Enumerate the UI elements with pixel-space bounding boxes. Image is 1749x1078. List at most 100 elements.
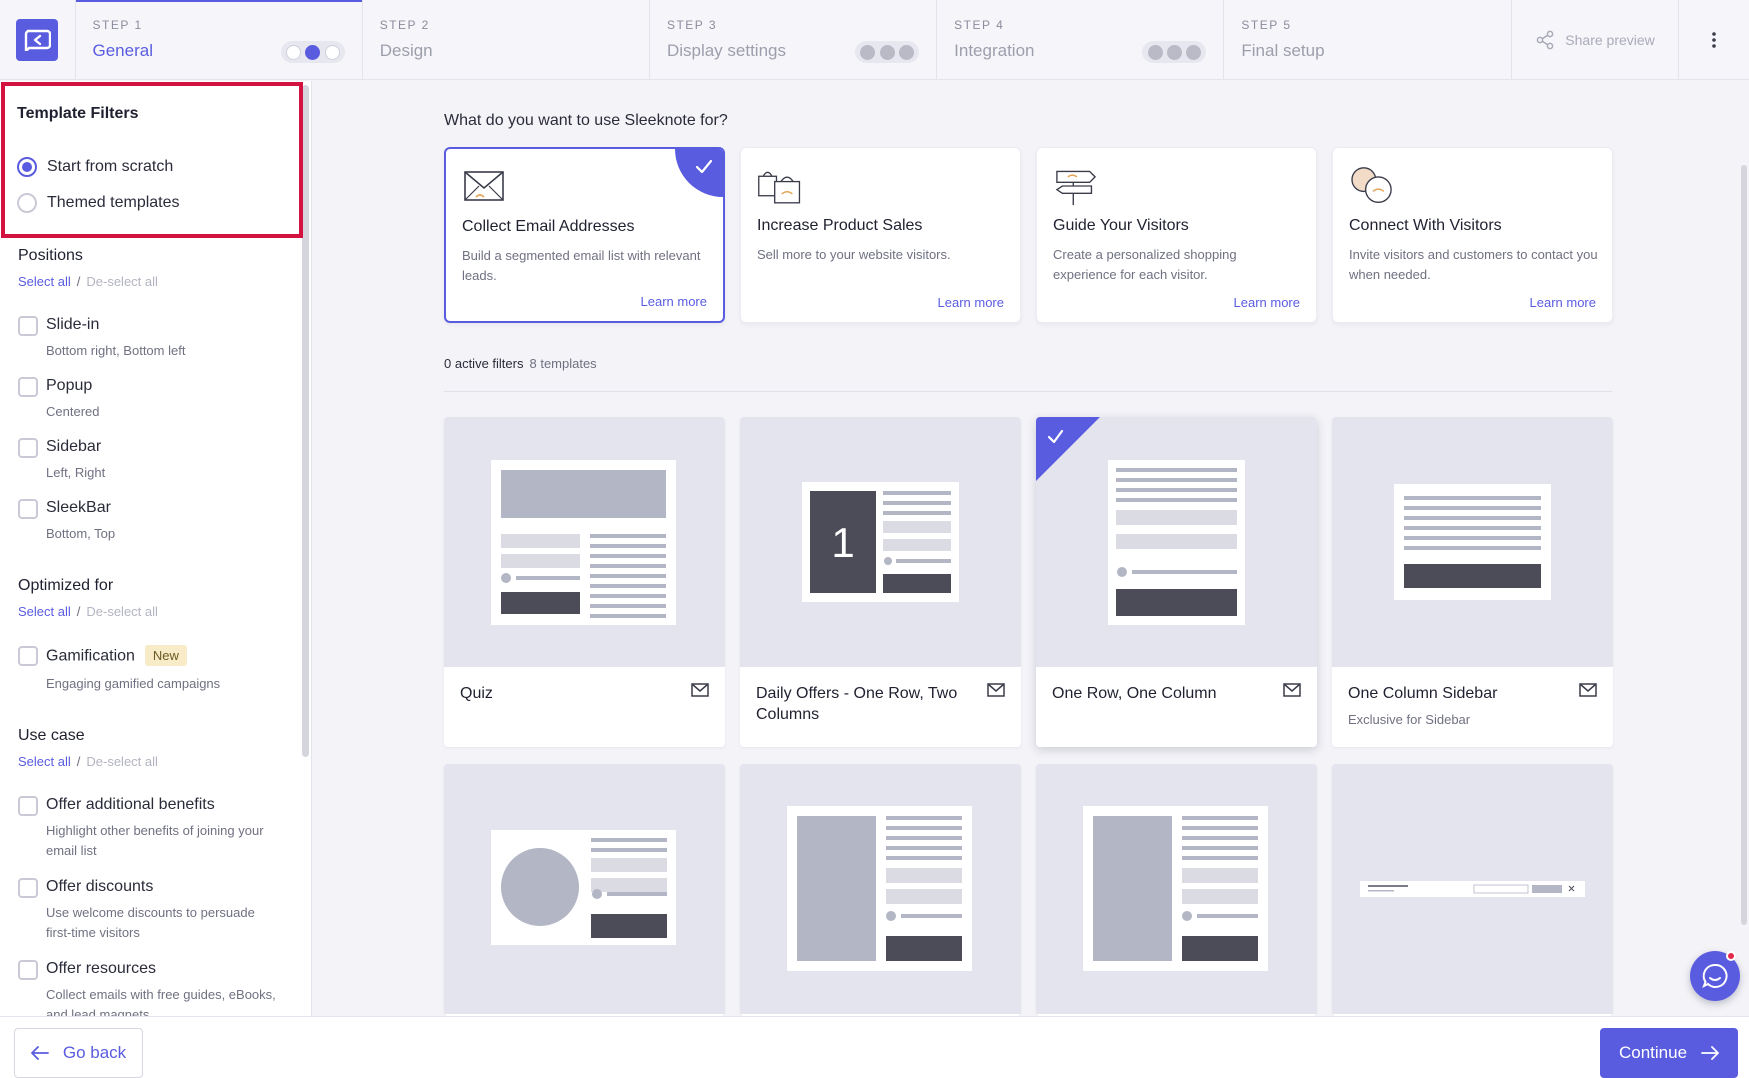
- template-thumbnail: [491, 460, 676, 625]
- filter-label: Offer discounts: [46, 878, 154, 895]
- main-scrollbar[interactable]: [1741, 165, 1747, 925]
- email-icon: [691, 683, 709, 697]
- radio-checked[interactable]: [17, 157, 37, 177]
- filter-label: Slide-in: [46, 316, 100, 333]
- continue-button[interactable]: Continue: [1600, 1028, 1738, 1078]
- step-progress-indicator: [280, 41, 345, 63]
- progress-dot: [1147, 44, 1163, 60]
- divider: [444, 391, 1612, 392]
- template-card[interactable]: [1036, 764, 1317, 1016]
- filter-label: Sidebar: [46, 438, 102, 455]
- kebab-menu-icon: [1712, 32, 1717, 48]
- progress-dot: [860, 44, 876, 60]
- template-card[interactable]: [1332, 764, 1613, 1016]
- step-4-tab[interactable]: STEP 4 Integration: [937, 0, 1225, 80]
- step-1-tab[interactable]: STEP 1 General: [75, 0, 363, 80]
- checkbox[interactable]: [18, 960, 38, 980]
- template-thumbnail: [787, 806, 972, 971]
- chat-bubble-back-icon: [25, 29, 52, 51]
- progress-dot: [324, 44, 340, 60]
- separator: /: [76, 274, 81, 289]
- go-back-button[interactable]: Go back: [14, 1028, 143, 1078]
- template-preview: [1036, 764, 1317, 1014]
- usecase-description: Invite visitors and customers to contact…: [1349, 247, 1598, 282]
- step-header: STEP 1 General STEP 2 Design STEP 3 Disp…: [0, 0, 1749, 80]
- progress-dot: [879, 44, 895, 60]
- positions-title: Positions: [18, 247, 83, 264]
- optimized-select-links: Select all / De-select all: [18, 604, 158, 619]
- template-card[interactable]: [740, 764, 1021, 1016]
- deselect-all-link[interactable]: De-select all: [86, 754, 158, 769]
- selected-check-icon: [675, 149, 723, 197]
- email-icon: [1579, 683, 1597, 697]
- select-all-link[interactable]: Select all: [18, 274, 71, 289]
- step-progress-indicator: [855, 41, 920, 63]
- template-count: 8 templates: [529, 356, 597, 371]
- learn-more-link[interactable]: Learn more: [938, 295, 1004, 310]
- filter-summary: 0 active filters 8 templates: [444, 356, 597, 371]
- usecase-card-increase-sales[interactable]: Increase Product Sales Sell more to your…: [740, 147, 1021, 323]
- deselect-all-link[interactable]: De-select all: [86, 604, 158, 619]
- template-card[interactable]: [444, 764, 725, 1016]
- step-title: Final setup: [1241, 41, 1325, 60]
- template-thumbnail: [1083, 806, 1268, 971]
- radio-unchecked[interactable]: [17, 193, 37, 213]
- continue-label: Continue: [1618, 1043, 1688, 1062]
- checkbox[interactable]: [18, 438, 38, 458]
- filter-sub: Centered: [46, 404, 100, 419]
- step-2-tab[interactable]: STEP 2 Design: [363, 0, 650, 80]
- learn-more-link[interactable]: Learn more: [1234, 295, 1300, 310]
- usecase-card-guide-visitors[interactable]: Guide Your Visitors Create a personalize…: [1036, 147, 1317, 323]
- template-card-one-row-one-column[interactable]: One Row, One Column: [1036, 417, 1317, 747]
- progress-dot-active: [305, 44, 321, 60]
- learn-more-link[interactable]: Learn more: [641, 294, 707, 309]
- template-card-daily-offers[interactable]: 1 Daily Offers - One Row, Two Columns: [740, 417, 1021, 747]
- learn-more-link[interactable]: Learn more: [1530, 295, 1596, 310]
- filter-label: Offer resources: [46, 960, 156, 977]
- template-filters-title: Template Filters: [17, 105, 139, 122]
- deselect-all-link[interactable]: De-select all: [86, 274, 158, 289]
- back-to-dashboard-logo[interactable]: [16, 19, 59, 61]
- template-name: Daily Offers - One Row, Two Columns: [756, 685, 958, 723]
- separator: /: [76, 604, 81, 619]
- checkbox[interactable]: [18, 878, 38, 898]
- step-3-tab[interactable]: STEP 3 Display settings: [650, 0, 938, 80]
- email-icon: [1283, 683, 1301, 697]
- filter-sidebar: Template Filters Start from scratch Them…: [0, 81, 312, 1016]
- progress-dot: [1186, 44, 1202, 60]
- checkbox[interactable]: [18, 377, 38, 397]
- selected-check-icon: [1036, 417, 1100, 481]
- filter-sub: Engaging gamified campaigns: [46, 676, 221, 691]
- step-number: STEP 1: [92, 18, 143, 32]
- step-title: Design: [379, 41, 433, 60]
- sidebar-scrollbar[interactable]: [302, 85, 309, 757]
- share-preview-button[interactable]: Share preview: [1512, 0, 1680, 80]
- step-5-tab[interactable]: STEP 5 Final setup: [1224, 0, 1512, 80]
- themed-templates-option[interactable]: Themed templates: [17, 193, 180, 213]
- checkbox[interactable]: [18, 646, 38, 666]
- template-name: Quiz: [460, 685, 493, 702]
- progress-dot: [898, 44, 914, 60]
- go-back-label: Go back: [62, 1043, 127, 1062]
- use-case-title: Use case: [18, 727, 85, 744]
- signpost-icon: [1055, 170, 1097, 206]
- checkbox[interactable]: [18, 499, 38, 519]
- use-case-question: What do you want to use Sleeknote for?: [444, 112, 728, 129]
- step-progress-indicator: [1142, 41, 1207, 63]
- usecase-card-connect-visitors[interactable]: Connect With Visitors Invite visitors an…: [1332, 147, 1613, 323]
- more-options-button[interactable]: [1679, 0, 1749, 80]
- template-card-quiz[interactable]: Quiz: [444, 417, 725, 747]
- checkbox[interactable]: [18, 796, 38, 816]
- template-subtitle: Exclusive for Sidebar: [1348, 712, 1471, 727]
- active-filters-count: 0 active filters: [444, 356, 524, 371]
- template-card-one-column-sidebar[interactable]: One Column Sidebar Exclusive for Sidebar: [1332, 417, 1613, 747]
- progress-dot: [285, 44, 301, 60]
- select-all-link[interactable]: Select all: [18, 754, 71, 769]
- select-all-link[interactable]: Select all: [18, 604, 71, 619]
- start-from-scratch-option[interactable]: Start from scratch: [17, 157, 173, 177]
- arrow-left-icon: [30, 1046, 49, 1060]
- usecase-title: Increase Product Sales: [757, 217, 923, 234]
- checkbox[interactable]: [18, 316, 38, 336]
- usecase-card-collect-email[interactable]: Collect Email Addresses Build a segmente…: [444, 147, 725, 323]
- usecase-title: Connect With Visitors: [1349, 217, 1502, 234]
